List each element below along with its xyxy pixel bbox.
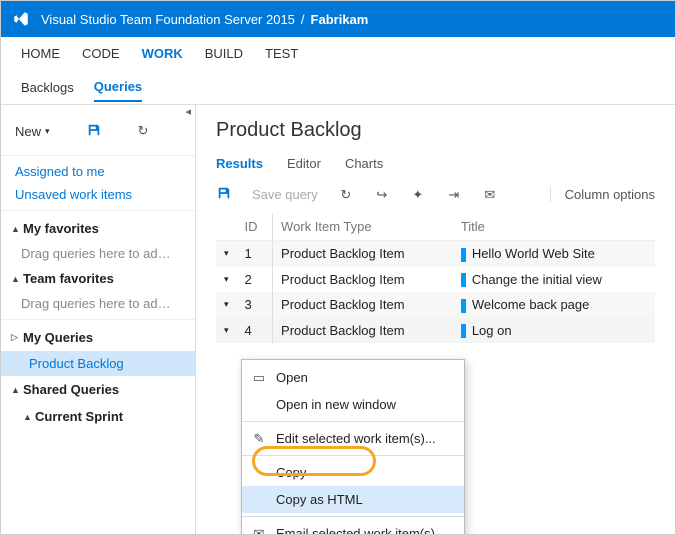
tab-editor[interactable]: Editor — [287, 156, 321, 175]
expand-icon[interactable]: ▾ — [216, 241, 237, 267]
new-item-icon[interactable]: ✦ — [410, 187, 426, 203]
my-favorites-hint: Drag queries here to add them — [1, 242, 195, 265]
table-row[interactable]: ▾ 4 Product Backlog Item Log on — [216, 318, 655, 344]
new-query-button[interactable]: New ▾ — [15, 124, 50, 139]
toolbar: Save query ↻ ↪ ✦ ⇥ ✉ Column options — [216, 176, 655, 213]
table-row[interactable]: ▾ 1 Product Backlog Item Hello World Web… — [216, 241, 655, 267]
save-icon[interactable] — [216, 186, 232, 203]
dropdown-caret-icon: ▾ — [45, 126, 50, 137]
menu-open-new-window[interactable]: Open in new window — [242, 391, 464, 418]
sub-nav: Backlogs Queries — [1, 71, 675, 105]
email-icon[interactable]: ✉ — [482, 187, 498, 203]
cell-id: 4 — [237, 318, 273, 344]
cell-type: Product Backlog Item — [273, 292, 453, 318]
link-icon[interactable]: ⇥ — [446, 187, 462, 203]
expand-icon[interactable]: ▾ — [216, 267, 237, 293]
visual-studio-icon — [11, 9, 31, 29]
page-title: Product Backlog — [216, 119, 655, 142]
collapse-sidebar-icon[interactable]: ◂ — [185, 105, 191, 118]
col-expand — [216, 213, 237, 241]
col-type[interactable]: Work Item Type — [273, 213, 453, 241]
nav-code[interactable]: CODE — [82, 38, 120, 69]
nav-home[interactable]: HOME — [21, 38, 60, 69]
nav-test[interactable]: TEST — [265, 38, 298, 69]
expand-icon[interactable]: ▾ — [216, 292, 237, 318]
cell-title: Welcome back page — [453, 292, 655, 318]
menu-edit-selected[interactable]: ✎Edit selected work item(s)... — [242, 425, 464, 452]
team-favorites-hint: Drag queries here to add them — [1, 292, 195, 315]
my-favorites-heading[interactable]: ▲My favorites — [1, 215, 195, 242]
team-favorites-heading[interactable]: ▲Team favorites — [1, 265, 195, 292]
nav-work[interactable]: WORK — [142, 38, 183, 69]
context-menu: ▭Open Open in new window ✎Edit selected … — [241, 359, 465, 535]
cell-title: Change the initial view — [453, 267, 655, 293]
save-query-icon[interactable] — [86, 123, 102, 140]
cell-id: 2 — [237, 267, 273, 293]
link-unsaved-work-items[interactable]: Unsaved work items — [1, 183, 195, 206]
envelope-icon: ✉ — [252, 526, 266, 535]
save-query-label: Save query — [252, 187, 318, 202]
type-color-bar — [461, 324, 466, 338]
cell-title: Hello World Web Site — [453, 241, 655, 267]
menu-email-selected[interactable]: ✉Email selected work item(s)... — [242, 520, 464, 535]
expand-icon[interactable]: ▾ — [216, 318, 237, 344]
new-label: New — [15, 124, 41, 139]
content-tabs: Results Editor Charts — [216, 156, 655, 176]
type-color-bar — [461, 299, 466, 313]
main-nav: HOME CODE WORK BUILD TEST — [1, 37, 675, 71]
cell-type: Product Backlog Item — [273, 267, 453, 293]
cell-title: Log on — [453, 318, 655, 344]
title-bar: Visual Studio Team Foundation Server 201… — [1, 1, 675, 37]
redo-icon[interactable]: ↪ — [374, 187, 390, 203]
cell-id: 3 — [237, 292, 273, 318]
open-icon: ▭ — [252, 370, 266, 386]
sidebar: ◂ New ▾ ↻ Assigned to me Unsaved work it… — [1, 105, 196, 534]
menu-open[interactable]: ▭Open — [242, 364, 464, 391]
menu-copy[interactable]: Copy — [242, 459, 464, 486]
cell-type: Product Backlog Item — [273, 318, 453, 344]
tab-results[interactable]: Results — [216, 156, 263, 175]
pencil-icon: ✎ — [252, 431, 266, 447]
cell-type: Product Backlog Item — [273, 241, 453, 267]
cell-id: 1 — [237, 241, 273, 267]
menu-copy-as-html[interactable]: Copy as HTML — [242, 486, 464, 513]
subnav-queries[interactable]: Queries — [94, 73, 142, 102]
table-row[interactable]: ▾ 3 Product Backlog Item Welcome back pa… — [216, 292, 655, 318]
subnav-backlogs[interactable]: Backlogs — [21, 74, 74, 101]
refresh-icon[interactable]: ↻ — [338, 187, 354, 203]
my-queries-heading[interactable]: ▷My Queries — [1, 324, 195, 351]
tab-charts[interactable]: Charts — [345, 156, 383, 175]
current-sprint-heading[interactable]: ▲Current Sprint — [1, 403, 195, 430]
type-color-bar — [461, 248, 466, 262]
link-assigned-to-me[interactable]: Assigned to me — [1, 160, 195, 183]
product-name: Visual Studio Team Foundation Server 201… — [41, 12, 295, 27]
project-name[interactable]: Fabrikam — [311, 12, 369, 27]
refresh-icon[interactable]: ↻ — [138, 123, 149, 139]
type-color-bar — [461, 273, 466, 287]
sidebar-item-product-backlog[interactable]: Product Backlog — [1, 351, 195, 376]
table-row[interactable]: ▾ 2 Product Backlog Item Change the init… — [216, 267, 655, 293]
col-title[interactable]: Title — [453, 213, 655, 241]
title-separator: / — [301, 12, 305, 27]
nav-build[interactable]: BUILD — [205, 38, 243, 69]
column-options-button[interactable]: Column options — [550, 187, 655, 202]
shared-queries-heading[interactable]: ▲Shared Queries — [1, 376, 195, 403]
results-grid: ID Work Item Type Title ▾ 1 Product Back… — [216, 213, 655, 343]
col-id[interactable]: ID — [237, 213, 273, 241]
